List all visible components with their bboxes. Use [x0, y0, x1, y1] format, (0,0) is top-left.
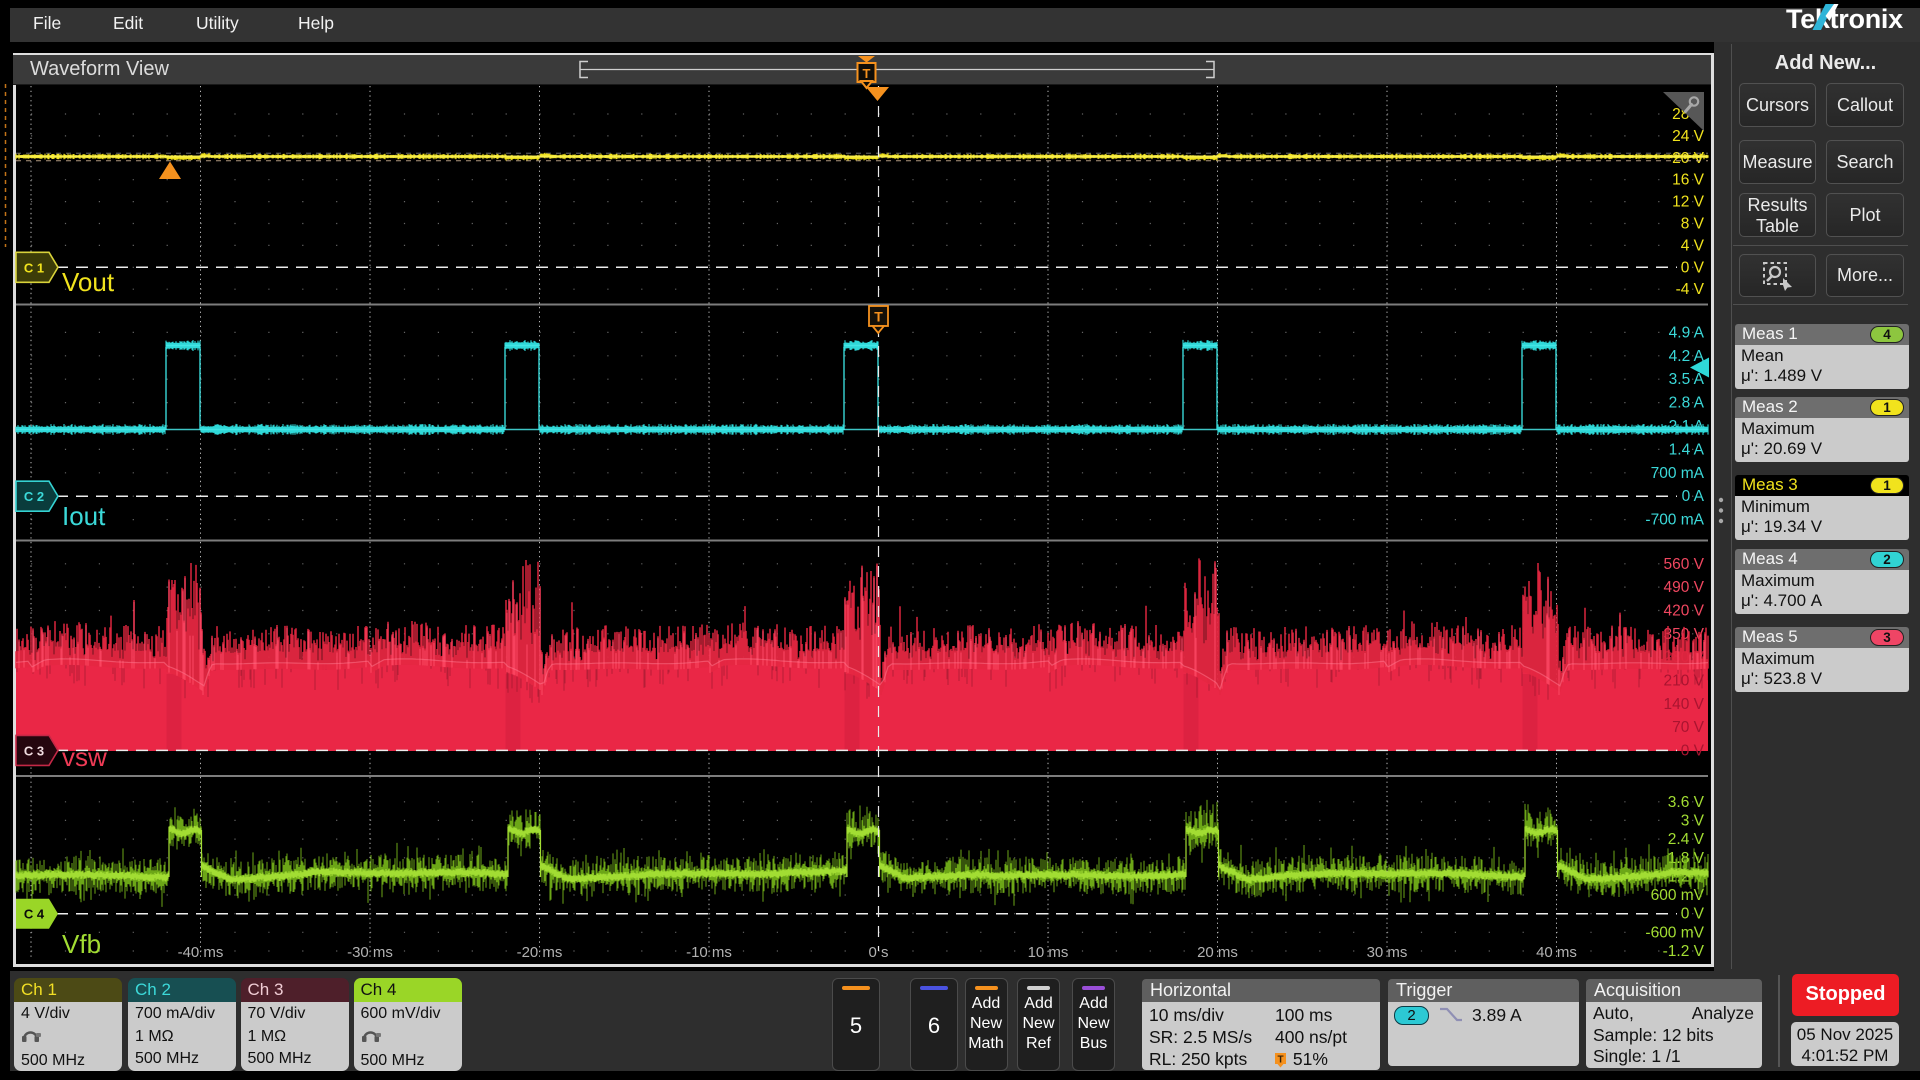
- svg-text:T: T: [1277, 1055, 1283, 1066]
